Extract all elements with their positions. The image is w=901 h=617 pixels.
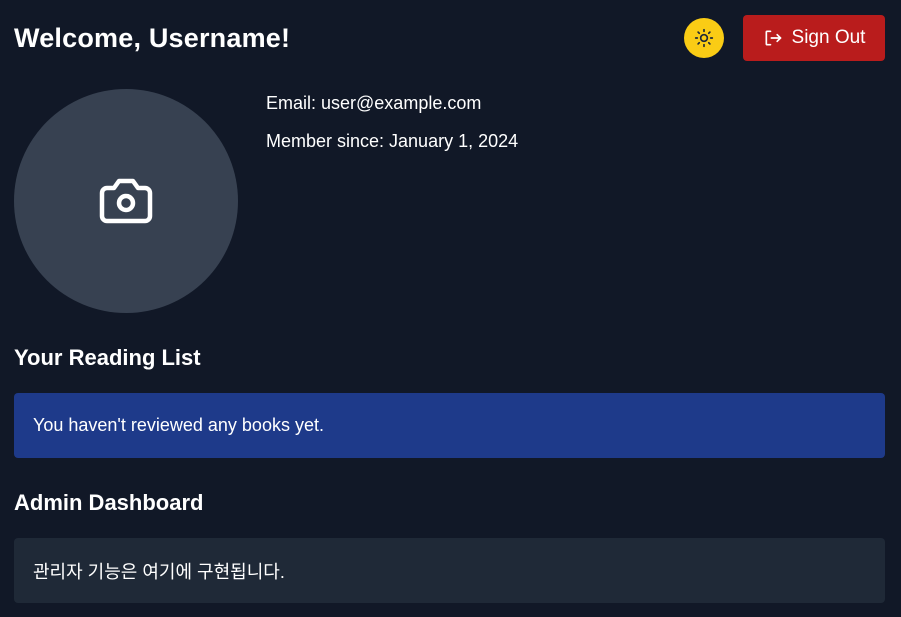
logout-icon [765,30,781,46]
profile-section: Email: user@example.com Member since: Ja… [14,89,518,313]
admin-dashboard-message: 관리자 기능은 여기에 구현됩니다. [33,561,285,582]
email-text: Email: user@example.com [266,93,482,113]
avatar-upload[interactable] [14,89,238,313]
profile-info: Email: user@example.com Member since: Ja… [266,89,518,313]
reading-list-heading: Your Reading List [14,345,201,370]
member-since-text: Member since: January 1, 2024 [266,131,519,151]
reading-list-empty-message: You haven't reviewed any books yet. [33,415,324,435]
camera-icon [99,178,153,224]
sign-out-label: Sign Out [791,27,866,48]
profile-page: Welcome, Username! Sign Out Email: user@… [0,0,901,617]
reading-list-empty-panel: You haven't reviewed any books yet. [14,393,885,458]
header-actions: Sign Out [684,15,885,61]
sign-out-button[interactable]: Sign Out [743,15,885,61]
page-header: Welcome, Username! Sign Out [14,15,885,61]
admin-dashboard-panel: 관리자 기능은 여기에 구현됩니다. [14,538,885,603]
sun-icon [694,28,714,48]
welcome-heading: Welcome, Username! [14,22,291,53]
theme-toggle-button[interactable] [684,18,724,58]
admin-dashboard-heading: Admin Dashboard [14,490,204,515]
